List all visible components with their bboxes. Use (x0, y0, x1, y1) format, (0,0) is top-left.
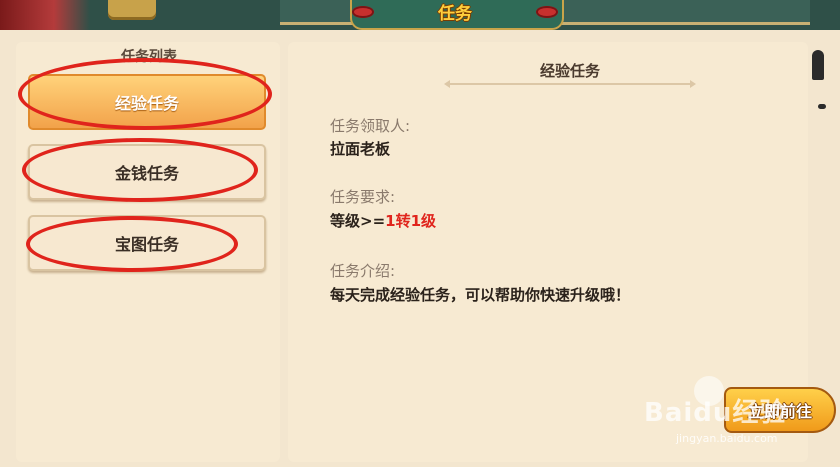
receiver-label: 任务领取人: (330, 117, 411, 135)
highlight-ring-1 (18, 58, 272, 130)
watermark-brand: Baidu经验 (644, 398, 787, 428)
title-divider (444, 80, 696, 88)
detail-title: 经验任务 (539, 62, 600, 80)
intro-value: 每天完成经验任务，可以帮助你快速升级哦！ (330, 286, 631, 304)
watermark-url: jingyan.baidu.com (676, 432, 778, 445)
knot-ornament-left (352, 6, 374, 18)
requirement-value: 等级>=1转1级 (330, 210, 436, 231)
side-ornament (812, 50, 824, 80)
highlight-ring-2 (22, 138, 258, 202)
intro-label: 任务介绍: (330, 262, 396, 280)
requirement-label: 任务要求: (330, 188, 396, 206)
scroll-rod-ornament (108, 0, 156, 20)
requirement-level: 1转1级 (385, 212, 437, 230)
banner-left-ornament (0, 0, 90, 30)
highlight-ring-3 (26, 216, 238, 272)
receiver-value: 拉面老板 (330, 140, 391, 158)
page-title: 任务 (438, 4, 472, 24)
knot-ornament-right (536, 6, 558, 18)
requirement-prefix: 等级>= (330, 212, 386, 230)
side-ornament-dot (818, 104, 826, 109)
